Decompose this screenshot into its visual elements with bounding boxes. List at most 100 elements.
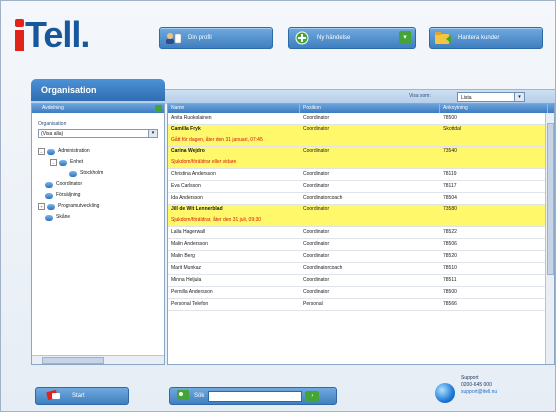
cell-extension: 78119: [443, 171, 457, 177]
table-row[interactable]: Malin Andersson Coordinator 78506: [168, 239, 548, 251]
employee-table: Namn Position Anknytning Anita Ruokolain…: [167, 103, 555, 365]
tree-item[interactable]: Skåne: [32, 212, 164, 223]
support-phone: 0200-645 000: [461, 382, 492, 388]
tree-item-label: Enhet: [70, 159, 84, 165]
cell-name: Lalla Hagerwall: [171, 229, 206, 235]
view-as-label: Visa som:: [409, 93, 431, 99]
chevron-down-icon: ▾: [514, 93, 524, 101]
department-icon: [59, 159, 67, 166]
table-row[interactable]: Minna Heljula Coordinator 78511: [168, 275, 548, 287]
tree-item[interactable]: Stockholm: [32, 168, 164, 179]
table-row[interactable]: Personal Telefon Personal 78566: [168, 299, 548, 311]
tree-item[interactable]: Coordinator: [32, 179, 164, 190]
organisation-select[interactable]: (Visa alla) ▾: [38, 129, 158, 138]
logo-i-mark: [15, 19, 24, 51]
start-button[interactable]: Start: [35, 387, 129, 405]
table-body: Anita Ruokolainen Coordinator 78500 Camilla…: [168, 113, 548, 311]
chevron-down-icon[interactable]: ▾: [399, 31, 411, 44]
department-tree: – Administration – Enhet Stockholm Coordinato…: [32, 146, 164, 223]
collapse-icon[interactable]: –: [50, 159, 57, 166]
profile-label: Din profil: [188, 35, 212, 41]
profile-button[interactable]: Din profil: [159, 27, 273, 49]
cell-name: Ida Andersson: [171, 195, 203, 201]
logo-text: Tell.: [25, 14, 90, 55]
table-row[interactable]: Carina Wejdro Coordinator 73540 Sjukdom/för…: [168, 147, 548, 169]
support-title: Support: [461, 375, 479, 381]
search-go-button[interactable]: ›: [305, 390, 320, 402]
cell-name: Malin Andersson: [171, 241, 208, 247]
tree-item[interactable]: + Programutveckling: [32, 201, 164, 212]
table-row[interactable]: Camilla Fryk Coordinator Skottdal Gått för …: [168, 125, 548, 147]
cell-extension: 78506: [443, 241, 457, 247]
support-email[interactable]: support@itell.nu: [461, 389, 551, 396]
view-as-select[interactable]: Lista ▾: [457, 92, 525, 102]
department-icon: [45, 181, 53, 188]
cell-name: Marit Munkaz: [171, 265, 202, 271]
cell-extension: 78504: [443, 195, 457, 201]
cell-position: Coordinator: [303, 229, 330, 235]
organisation-select-value: (Visa alla): [41, 131, 64, 137]
customers-label: Hantera kunder: [458, 35, 500, 41]
cell-position: Coordinator: [303, 253, 330, 259]
tree-item[interactable]: Försäljning: [32, 190, 164, 201]
cell-extension: 73540: [443, 148, 457, 154]
cell-name: Christina Andersson: [171, 171, 216, 177]
table-row[interactable]: Anita Ruokolainen Coordinator 78500: [168, 113, 548, 125]
cell-name: Camilla Fryk: [171, 126, 201, 132]
organisation-label: Organisation: [38, 121, 67, 127]
department-icon: [45, 214, 53, 221]
contacts-icon: [176, 389, 190, 403]
table-row[interactable]: Pernilla Andersson Coordinator 78500: [168, 287, 548, 299]
cell-extension: 78566: [443, 301, 457, 307]
start-label: Start: [72, 393, 85, 399]
organisation-panel: Visa som: Lista ▾ Organisation Avdelning…: [31, 79, 555, 367]
panel-title: Organisation: [31, 79, 165, 101]
cell-position: Coordinator: [303, 115, 330, 121]
cell-name: Malin Berg: [171, 253, 195, 259]
table-row[interactable]: Lalla Hagerwall Coordinator 78522: [168, 227, 548, 239]
cell-extension: Skottdal: [443, 126, 462, 132]
tree-item-label: Skåne: [56, 214, 71, 220]
new-task-button[interactable]: Ny händelse ▾: [288, 27, 416, 49]
table-row[interactable]: Malin Berg Coordinator 78520: [168, 251, 548, 263]
department-icon: [47, 203, 55, 210]
cell-extension: 78522: [443, 229, 457, 235]
customers-button[interactable]: Hantera kunder: [429, 27, 543, 49]
table-row[interactable]: Ida Andersson Coordinatorcoach 78504: [168, 193, 548, 205]
support-info: Support 0200-645 000 support@itell.nu: [461, 375, 551, 409]
tree-item-label: Programutveckling: [58, 203, 100, 209]
column-header-name[interactable]: Namn: [168, 104, 300, 113]
department-pane: Avdelning Organisation (Visa alla) ▾ – Ad…: [31, 103, 165, 365]
status-note: Sjukdom/föräldrar, åter den 31 juli, 09:…: [171, 216, 262, 223]
add-department-icon[interactable]: [155, 105, 162, 112]
table-header: Namn Position Anknytning: [168, 104, 554, 113]
search-input[interactable]: [208, 390, 303, 402]
tree-item[interactable]: – Enhet: [32, 157, 164, 168]
search-bar: Sök ›: [169, 387, 337, 405]
table-row[interactable]: Marit Munkaz Coordinatorcoach 78510: [168, 263, 548, 275]
column-header-position[interactable]: Position: [300, 104, 440, 113]
folder-icon: [434, 31, 452, 45]
cell-extension: 78510: [443, 265, 457, 271]
cell-position: Coordinator: [303, 206, 330, 212]
horizontal-scrollbar[interactable]: [32, 355, 164, 364]
department-header-label: Avdelning: [42, 105, 64, 111]
view-as-value: Lista: [461, 95, 472, 101]
collapse-icon[interactable]: –: [38, 148, 45, 155]
table-row[interactable]: Eva Carlsson Coordinator 78117: [168, 181, 548, 193]
table-row[interactable]: Jill de Wit Lennerblad Coordinator 73580 Sj…: [168, 205, 548, 227]
expand-icon[interactable]: +: [38, 203, 45, 210]
vertical-scrollbar[interactable]: [545, 113, 554, 364]
cell-position: Personal: [303, 301, 323, 307]
status-note: Gått för dagen, åter den 31 januari, 07:…: [171, 136, 263, 143]
cell-position: Coordinator: [303, 126, 330, 132]
cell-name: Eva Carlsson: [171, 183, 201, 189]
table-row[interactable]: Christina Andersson Coordinator 78119: [168, 169, 548, 181]
cell-extension: 78117: [443, 183, 457, 189]
cell-extension: 73580: [443, 206, 457, 212]
tree-item[interactable]: – Administration: [32, 146, 164, 157]
cell-extension: 78500: [443, 115, 457, 121]
cell-position: Coordinator: [303, 277, 330, 283]
column-header-extension[interactable]: Anknytning: [440, 104, 548, 113]
search-label: Sök: [194, 393, 205, 399]
